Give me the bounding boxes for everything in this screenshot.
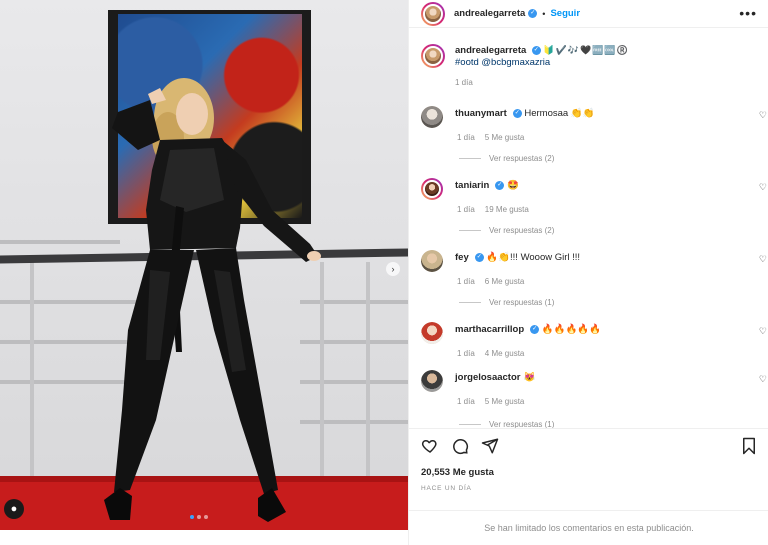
comment-item: taniarin ✓ 🤩 1 día 19 Me gusta Ver respues… <box>421 178 767 235</box>
post-header: andrealegarreta ✓ • Seguir ••• <box>409 0 768 28</box>
verified-badge-icon: ✓ <box>531 46 541 56</box>
comment-time[interactable]: 1 día <box>457 205 475 214</box>
carousel-dot-active <box>190 515 194 519</box>
verified-badge-icon: ✓ <box>530 324 540 334</box>
carousel-dot <box>204 515 208 519</box>
comment-likes[interactable]: 4 Me gusta <box>485 349 525 358</box>
comment-icon[interactable] <box>451 437 469 455</box>
comment-avatar[interactable] <box>421 106 443 128</box>
share-icon[interactable] <box>481 437 499 455</box>
view-replies-button[interactable]: Ver respuestas (2) <box>459 154 761 163</box>
heart-icon[interactable] <box>421 437 439 455</box>
comment-likes[interactable]: 6 Me gusta <box>485 277 525 286</box>
header-separator: • <box>542 8 546 19</box>
comment-username[interactable]: jorgelosaactor <box>455 372 520 383</box>
carousel-indicator <box>190 515 208 519</box>
comment-avatar[interactable] <box>421 178 443 200</box>
view-replies-label: Ver respuestas (2) <box>489 154 555 163</box>
verified-badge-icon: ✓ <box>528 9 538 18</box>
follow-button[interactable]: Seguir <box>550 8 580 19</box>
carousel-dot <box>197 515 201 519</box>
comment-text: 🤩 <box>506 180 519 191</box>
comment-username[interactable]: fey <box>455 252 469 263</box>
comment-heart-icon[interactable]: ♡ <box>759 254 767 265</box>
verified-badge-icon: ✓ <box>495 180 505 190</box>
comment-heart-icon[interactable]: ♡ <box>759 182 767 193</box>
comment-item: thuanymart ✓ Hermosaa 👏👏 1 día 5 Me gusta … <box>421 106 767 163</box>
chevron-right-icon[interactable]: › <box>386 262 400 276</box>
comment-username[interactable]: taniarin <box>455 180 489 191</box>
caption-username[interactable]: andrealegarreta <box>455 45 526 56</box>
comment-heart-icon[interactable]: ♡ <box>759 374 767 385</box>
comment-likes[interactable]: 5 Me gusta <box>485 133 525 142</box>
caption-time[interactable]: 1 día <box>455 77 629 89</box>
comment-heart-icon[interactable]: ♡ <box>759 326 767 337</box>
comment-text: 🔥👏!!! Wooow Girl !!! <box>486 252 581 263</box>
comment-likes[interactable]: 19 Me gusta <box>485 205 529 214</box>
user-tag-icon[interactable]: ● <box>4 499 24 519</box>
comment-likes[interactable]: 5 Me gusta <box>485 397 525 406</box>
post-date: HACE UN DÍA <box>421 485 472 492</box>
comment-time[interactable]: 1 día <box>457 397 475 406</box>
comment-avatar[interactable] <box>421 370 443 392</box>
more-horizontal-icon[interactable]: ••• <box>739 6 757 20</box>
comment-time[interactable]: 1 día <box>457 277 475 286</box>
comment-heart-icon[interactable]: ♡ <box>759 110 767 121</box>
comment-avatar[interactable] <box>421 250 443 272</box>
comment-username[interactable]: marthacarrillop <box>455 324 524 335</box>
post-caption: andrealegarreta ✓ 🔰✔️🎶🖤🆓🆒®️ #ootd @bcbgm… <box>421 44 761 89</box>
view-replies-label: Ver respuestas (1) <box>489 298 555 307</box>
comment-text: 🔥🔥🔥🔥🔥 <box>541 324 601 335</box>
caption-hashtags[interactable]: #ootd @bcbgmaxazria <box>455 57 629 69</box>
caption-emojis: 🔰✔️🎶🖤🆓🆒®️ <box>543 45 629 55</box>
comment-avatar[interactable] <box>421 322 443 344</box>
view-replies-button[interactable]: Ver respuestas (1) <box>459 298 761 307</box>
person-figure <box>104 78 321 522</box>
comment-item: jorgelosaactor 😻 1 día 5 Me gusta Ver resp… <box>421 370 767 429</box>
comment-time[interactable]: 1 día <box>457 133 475 142</box>
author-avatar[interactable] <box>421 1 445 26</box>
post-photo[interactable]: › ● <box>0 0 408 530</box>
comment-text: Hermosaa 👏👏 <box>524 108 595 119</box>
likes-count[interactable]: 20,553 Me gusta <box>421 467 494 478</box>
author-username[interactable]: andrealegarreta <box>454 8 525 19</box>
verified-badge-icon: ✓ <box>474 252 484 262</box>
post-side-panel: andrealegarreta ✓ • Seguir ••• andrealeg… <box>408 0 768 545</box>
caption-avatar[interactable] <box>421 44 445 68</box>
comment-item: marthacarrillop ✓ 🔥🔥🔥🔥🔥 1 día 4 Me gusta ♡ <box>421 322 767 358</box>
view-replies-button[interactable]: Ver respuestas (2) <box>459 226 761 235</box>
comments-limited-notice: Se han limitado los comentarios en esta … <box>409 510 768 545</box>
verified-badge-icon: ✓ <box>512 108 522 118</box>
comment-username[interactable]: thuanymart <box>455 108 507 119</box>
comment-time[interactable]: 1 día <box>457 349 475 358</box>
comment-item: fey ✓ 🔥👏!!! Wooow Girl !!! 1 día 6 Me gust… <box>421 250 767 307</box>
comment-text: 😻 <box>523 372 536 383</box>
bookmark-icon[interactable] <box>741 437 757 455</box>
view-replies-label: Ver respuestas (2) <box>489 226 555 235</box>
